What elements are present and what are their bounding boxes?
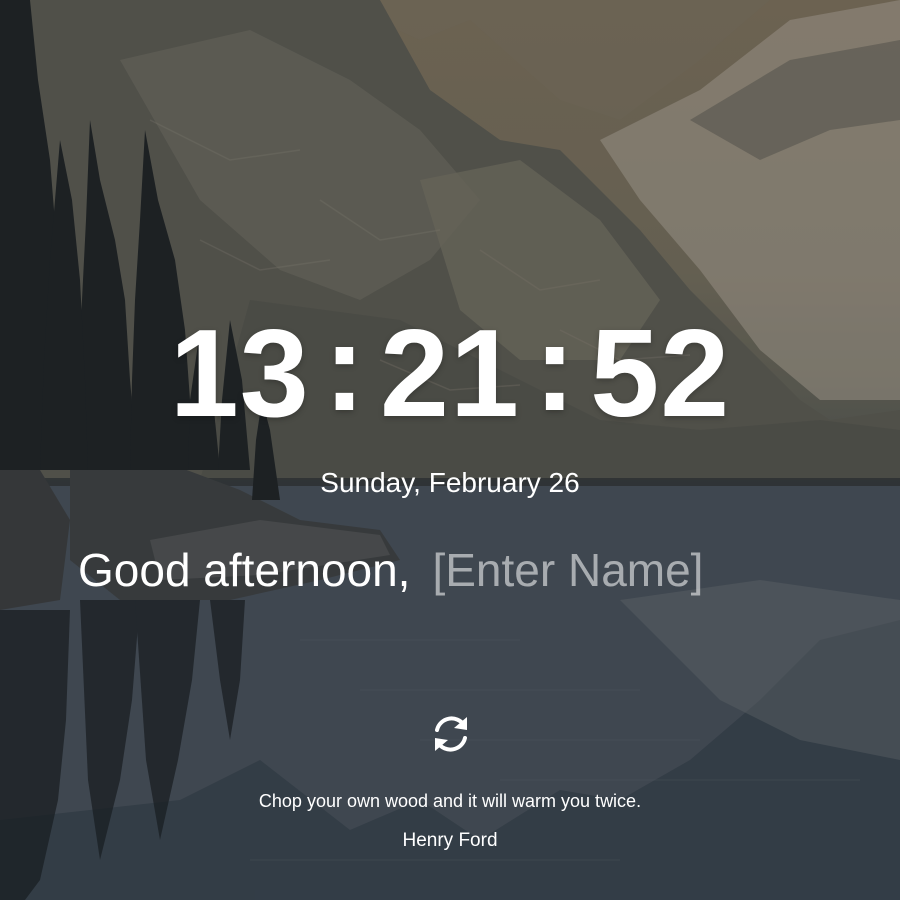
refresh-quote-button[interactable] xyxy=(429,712,473,756)
refresh-icon xyxy=(435,716,467,752)
quote-author: Henry Ford xyxy=(402,830,498,851)
greeting-salutation: Good afternoon, xyxy=(78,544,411,596)
background-landscape xyxy=(0,0,900,900)
name-input[interactable]: [Enter Name] xyxy=(432,544,703,596)
date-text: Sunday, February 26 xyxy=(320,467,580,498)
clock-separator: : xyxy=(323,299,367,437)
quote-text: Chop your own wood and it will warm you … xyxy=(258,791,642,811)
greeting: Good afternoon, [Enter Name] xyxy=(78,542,703,598)
clock-separator: : xyxy=(533,299,577,437)
clock-minutes: 21 xyxy=(380,305,520,443)
clock-display: 13:21:52 xyxy=(0,306,900,436)
clock-hours: 13 xyxy=(169,305,310,443)
clock-seconds: 52 xyxy=(590,305,731,443)
background-dim-overlay xyxy=(0,0,900,900)
